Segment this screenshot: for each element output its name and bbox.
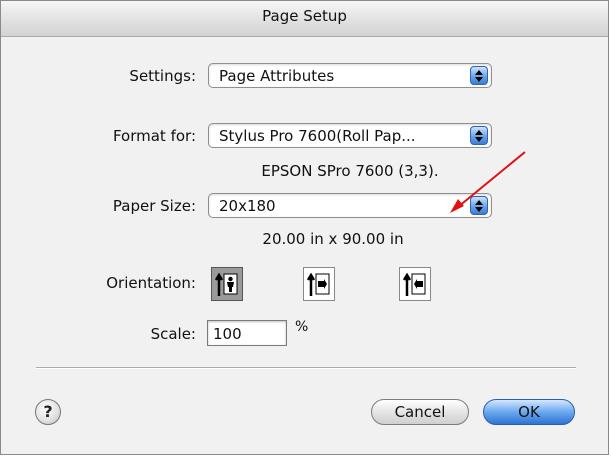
red-arrow-annotation xyxy=(450,151,526,213)
